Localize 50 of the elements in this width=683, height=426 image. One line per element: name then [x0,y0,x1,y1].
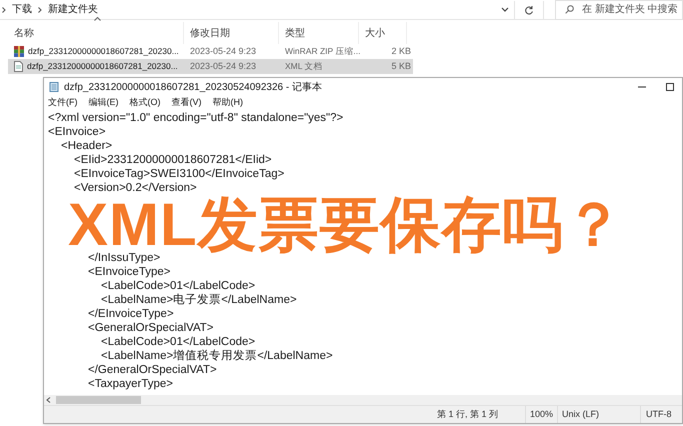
breadcrumb-item[interactable]: 新建文件夹 [48,2,98,17]
breadcrumb-item[interactable]: 下载 [12,2,32,17]
menu-item[interactable]: 格式(O) [130,96,160,110]
file-date: 2023-05-24 9:23 [190,60,256,71]
chevron-right-icon [2,6,6,12]
code-line: <EInvoiceTag>SWEI3100</EInvoiceTag> [74,167,284,181]
chevron-right-icon [38,6,42,12]
code-line: <LabelName>电子发票</LabelName> [101,293,297,307]
file-size: 5 KB [391,60,411,73]
refresh-icon[interactable] [524,4,534,14]
code-line: <LabelCode>01</LabelCode> [101,279,256,293]
dropdown-chevron-icon[interactable] [501,6,510,12]
code-line: <LabelCode>01</LabelCode> [101,335,256,349]
code-line: <LabelName>增值税专用发票</LabelName> [101,349,333,363]
maximize-icon[interactable] [666,83,674,91]
code-line: <GeneralOrSpecialVAT> [88,321,214,335]
file-type: XML 文档 [285,60,323,71]
notepad-icon [49,82,59,92]
menu-item[interactable]: 查看(V) [172,96,202,110]
search-icon [565,5,574,14]
menu-item[interactable]: 文件(F) [48,96,78,110]
search-field[interactable]: 在 新建文件夹 中搜索 [555,0,683,20]
status-text: Unix (LF) [562,408,600,419]
menu-item[interactable]: 帮助(H) [212,96,243,110]
document-icon [14,61,23,72]
window-title: dzfp_23312000000018607281_20230524092326 - 记事本 [64,80,324,94]
status-text: 第 1 行, 第 1 列 [437,408,498,419]
file-name: dzfp_23312000000018607281_20230... [28,45,179,58]
file-date: 2023-05-24 9:23 [190,46,256,56]
archive-icon [14,46,24,57]
headline-overlay: XML发票要保存吗？ [68,196,625,254]
file-name: dzfp_23312000000018607281_20230... [27,60,178,73]
sort-caret-icon [94,17,101,21]
code-line: </EInvoiceType> [88,307,174,321]
code-line: <Header> [61,139,112,153]
code-line: </InIssuType> [88,251,160,265]
scrollbar-thumb[interactable] [56,396,141,404]
status-text: UTF-8 [646,408,672,419]
code-line: <TaxpayerType> [88,377,174,391]
menu-item[interactable]: 编辑(E) [88,96,118,110]
status-text: 100% [530,408,554,419]
code-line: <EIid>23312000000018607281</EIid> [74,153,272,167]
code-line: <?xml version="1.0" encoding="utf-8" standalone="yes"?> [48,111,344,125]
file-type: WinRAR ZIP 压缩... [285,46,360,56]
code-line: </GeneralOrSpecialVAT> [88,363,217,377]
file-row[interactable]: dzfp_23312000000018607281_20230... 2023-05-24 9:23 XML 文档 5 KB [8,59,413,74]
file-size: 2 KB [391,44,411,58]
code-line: <EInvoice> [48,125,106,139]
code-line: <Version>0.2</Version> [74,181,197,195]
code-line: <EInvoiceType> [88,265,170,279]
